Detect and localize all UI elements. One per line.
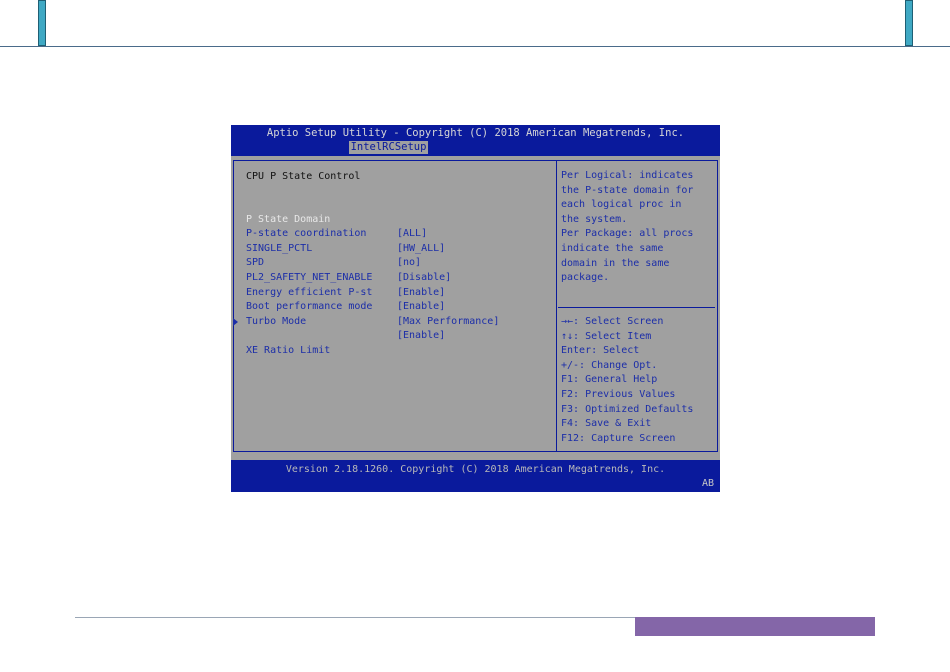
- key-hints: →←: Select Screen ↑↓: Select Item Enter:…: [561, 315, 717, 446]
- setting-p-state-domain[interactable]: P State Domain [ALL]: [231, 198, 556, 240]
- key-hint: Enter: Select: [561, 345, 640, 357]
- bios-footer: Version 2.18.1260. Copyright (C) 2018 Am…: [231, 460, 720, 492]
- key-hint: F1: General Help: [561, 374, 658, 386]
- header-rule: [0, 46, 950, 47]
- bios-panel-divider: [556, 160, 557, 452]
- help-line: indicate the same: [561, 242, 664, 254]
- submenu-xe-ratio-limit[interactable]: XE Ratio Limit: [231, 315, 556, 356]
- setting-value[interactable]: [Enable]: [397, 329, 445, 344]
- setting-turbo-mode[interactable]: Turbo Mode [Enable]: [231, 300, 556, 342]
- section-title: CPU P State Control: [246, 171, 361, 182]
- setting-boot-performance-mode[interactable]: Boot performance mode [Max Performance]: [231, 286, 556, 327]
- key-hint: F2: Previous Values: [561, 388, 676, 400]
- header-accent-bar-right: [905, 0, 913, 46]
- setting-energy-efficient-p-state[interactable]: Energy efficient P-st [Enable]: [231, 271, 556, 313]
- footer-accent-block: [635, 617, 875, 636]
- help-line: the P-state domain for: [561, 184, 694, 196]
- setting-spd[interactable]: SPD [Disable]: [231, 242, 556, 283]
- bios-title: Aptio Setup Utility - Copyright (C) 2018…: [266, 127, 685, 139]
- help-line: package.: [561, 272, 610, 284]
- setting-label: XE Ratio Limit: [246, 344, 331, 356]
- header-accent-bar-left: [38, 0, 46, 46]
- help-line: Per Logical: indicates: [561, 170, 694, 181]
- setting-single-pctl[interactable]: SINGLE_PCTL [no]: [231, 227, 556, 269]
- help-line: each logical proc in: [561, 199, 682, 211]
- key-hint: +/-: Change Opt.: [561, 359, 658, 371]
- status-badge: AB: [701, 478, 714, 489]
- bios-header: Aptio Setup Utility - Copyright (C) 2018…: [231, 125, 720, 156]
- help-text: Per Logical: indicates the P-state domai…: [561, 169, 717, 286]
- key-hint: ↑↓: Select Item: [561, 330, 652, 342]
- key-hint: F3: Optimized Defaults: [561, 403, 694, 415]
- tab-intelrcsetup[interactable]: IntelRCSetup: [349, 141, 428, 154]
- help-line: the system.: [561, 213, 628, 225]
- setting-pl2-safety-net-enable[interactable]: PL2_SAFETY_NET_ENABLE [Enable]: [231, 256, 556, 298]
- help-line: domain in the same: [561, 257, 670, 269]
- bios-screen: Aptio Setup Utility - Copyright (C) 2018…: [231, 125, 720, 492]
- version-text: Version 2.18.1260. Copyright (C) 2018 Am…: [285, 464, 666, 475]
- setting-p-state-coordination[interactable]: P-state coordination [HW_ALL]: [231, 213, 556, 254]
- submenu-arrow-icon: [233, 317, 238, 326]
- key-hint: F12: Capture Screen: [561, 432, 676, 444]
- help-line: Per Package: all procs: [561, 228, 694, 240]
- key-hint: F4: Save & Exit: [561, 418, 652, 430]
- help-separator: [558, 307, 715, 308]
- settings-list: P State Domain [ALL] P-state coordinatio…: [231, 198, 556, 356]
- key-hint: →←: Select Screen: [561, 316, 664, 327]
